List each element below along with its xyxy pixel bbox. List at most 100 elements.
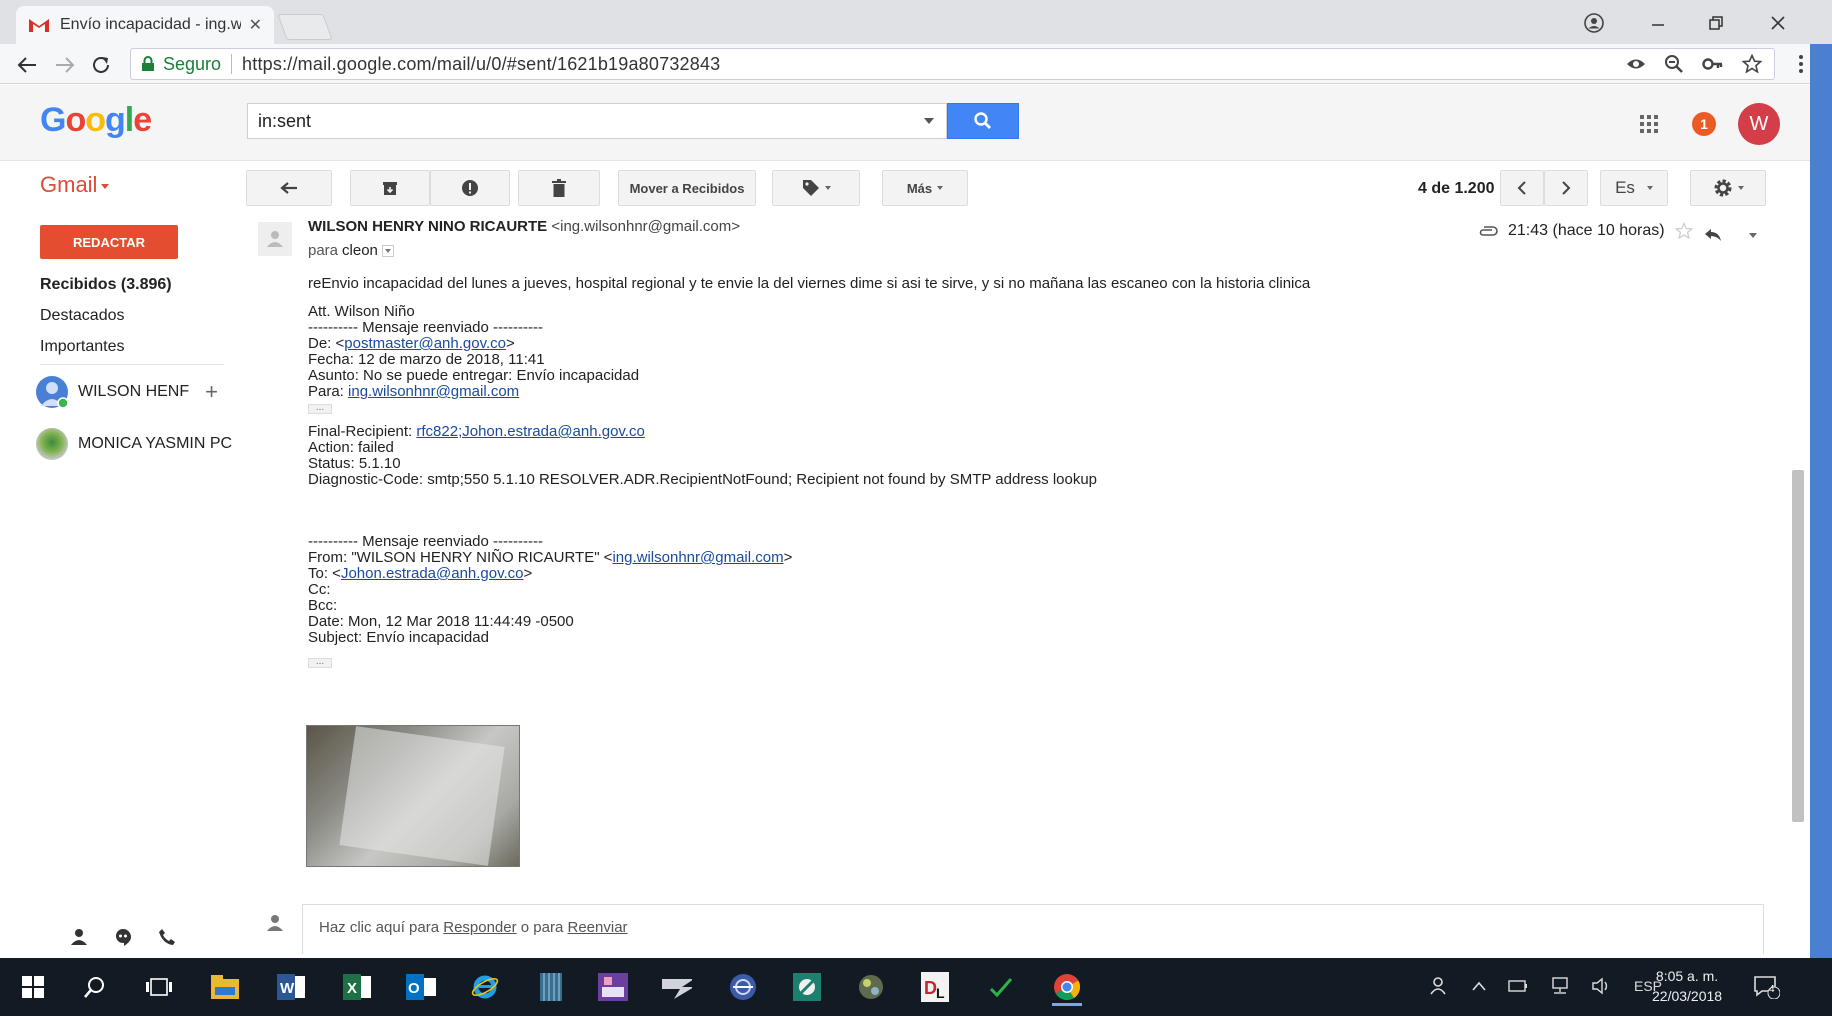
app-icon[interactable]: DL	[920, 972, 950, 1002]
file-explorer-icon[interactable]	[210, 972, 240, 1002]
older-button[interactable]	[1544, 170, 1588, 206]
search-options-icon[interactable]	[924, 118, 934, 124]
new-tab-button[interactable]	[277, 14, 333, 40]
add-contact-icon[interactable]: +	[205, 379, 218, 405]
compose-button[interactable]: REDACTAR	[40, 225, 178, 259]
message-signature: Att. Wilson Niño	[308, 303, 415, 320]
sender-name: WILSON HENRY NINO RICAURTE	[308, 218, 548, 235]
reload-icon[interactable]	[88, 52, 114, 78]
sidebar-item-starred[interactable]: Destacados	[40, 307, 125, 325]
chat-contact-monica[interactable]: MONICA YASMIN PC	[36, 428, 232, 460]
app-icon[interactable]	[728, 972, 758, 1002]
person-icon[interactable]	[70, 928, 88, 946]
app-icon[interactable]	[662, 972, 692, 1002]
word-icon[interactable]: W	[276, 972, 306, 1002]
battery-icon[interactable]	[1508, 979, 1528, 993]
settings-button[interactable]	[1690, 170, 1766, 206]
email-link[interactable]: rfc822;Johon.estrada@anh.gov.co	[416, 423, 644, 440]
zoom-out-icon[interactable]	[1664, 54, 1684, 74]
action-center-icon[interactable]: 4	[1752, 972, 1782, 1002]
contact-avatar	[36, 428, 68, 460]
phone-icon[interactable]	[158, 928, 176, 946]
reply-link[interactable]: Responder	[443, 919, 516, 936]
chrome-menu-icon[interactable]	[1798, 54, 1804, 74]
delivery-status: Status: 5.1.10	[308, 455, 401, 472]
close-window-icon[interactable]	[1758, 8, 1798, 38]
search-value: in:sent	[258, 110, 312, 131]
chevron-up-icon[interactable]	[1472, 981, 1486, 991]
search-input[interactable]: in:sent	[247, 103, 947, 139]
sidebar-item-important[interactable]: Importantes	[40, 338, 124, 356]
sidebar-item-inbox[interactable]: Recibidos (3.896)	[40, 276, 172, 294]
archive-button[interactable]	[350, 170, 430, 206]
delivery-action: Action: failed	[308, 439, 394, 456]
show-trimmed-button[interactable]: ...	[308, 403, 332, 414]
volume-icon[interactable]	[1592, 977, 1612, 995]
search-icon[interactable]	[80, 972, 110, 1002]
people-icon[interactable]	[1430, 976, 1450, 996]
notifications-badge[interactable]: 1	[1692, 112, 1716, 136]
tab-close-icon[interactable]: ✕	[249, 15, 262, 35]
report-spam-button[interactable]	[430, 170, 510, 206]
address-bar[interactable]: Seguro https://mail.google.com/mail/u/0/…	[130, 48, 1775, 80]
show-trimmed-button[interactable]: ...	[308, 657, 332, 668]
gmail-menu[interactable]: Gmail	[40, 172, 110, 198]
app-icon[interactable]	[536, 972, 566, 1002]
quick-reply-box[interactable]: Haz clic aquí para Responder o para Reen…	[302, 904, 1764, 954]
newer-button[interactable]	[1500, 170, 1544, 206]
account-avatar[interactable]: W	[1738, 103, 1780, 145]
windows-start-icon[interactable]	[18, 972, 48, 1002]
restore-icon[interactable]	[1696, 8, 1736, 38]
gmail-header: Google in:sent 1 W	[0, 85, 1832, 161]
checkmark-icon[interactable]	[986, 972, 1016, 1002]
forward-header: ---------- Mensaje reenviado ----------	[308, 319, 543, 336]
reply-button[interactable]	[1690, 220, 1770, 250]
outlook-icon[interactable]: O	[406, 972, 436, 1002]
minimize-icon[interactable]	[1638, 8, 1678, 38]
app-icon[interactable]	[792, 972, 822, 1002]
delete-button[interactable]	[518, 170, 600, 206]
tab-title: Envío incapacidad - ing.w	[60, 16, 241, 33]
chevron-down-icon[interactable]	[1748, 232, 1757, 238]
message-intro: reEnvio incapacidad del lunes a jueves, …	[308, 275, 1311, 292]
task-view-icon[interactable]	[144, 972, 174, 1002]
scrollbar[interactable]	[1792, 470, 1804, 822]
forward-date: Date: Mon, 12 Mar 2018 11:44:49 -0500	[308, 613, 574, 630]
show-details-icon[interactable]	[381, 244, 394, 257]
bookmark-star-icon[interactable]	[1742, 54, 1762, 74]
eye-icon[interactable]	[1626, 54, 1646, 74]
contact-avatar	[36, 376, 68, 408]
input-tools-button[interactable]: Es	[1600, 170, 1668, 206]
forward-subject: Subject: Envío incapacidad	[308, 629, 489, 646]
back-to-list-button[interactable]	[246, 170, 332, 206]
system-clock[interactable]: 8:05 a. m. 22/03/2018	[1652, 966, 1722, 1006]
chrome-icon[interactable]	[1052, 970, 1082, 1006]
key-icon[interactable]	[1702, 54, 1724, 74]
google-logo[interactable]: Google	[40, 101, 152, 140]
excel-icon[interactable]: X	[342, 972, 372, 1002]
move-to-inbox-button[interactable]: Mover a Recibidos	[618, 170, 756, 206]
hangouts-icon[interactable]	[114, 928, 132, 946]
more-button[interactable]: Más	[882, 170, 968, 206]
forward-icon[interactable]	[52, 52, 78, 78]
image-attachment[interactable]	[306, 725, 520, 867]
forward-link[interactable]: Reenviar	[568, 919, 628, 936]
back-icon[interactable]	[14, 52, 40, 78]
network-icon[interactable]	[1550, 977, 1570, 995]
windows-taskbar: W X O DL ESP 8:05 a. m. 22/03/2018 4	[0, 958, 1832, 1016]
chat-contact-wilson[interactable]: WILSON HENF +	[36, 376, 218, 408]
email-link[interactable]: Johon.estrada@anh.gov.co	[341, 565, 524, 582]
email-link[interactable]: ing.wilsonhnr@gmail.com	[612, 549, 783, 566]
browser-tab[interactable]: Envío incapacidad - ing.w ✕	[16, 6, 274, 44]
email-link[interactable]: postmaster@anh.gov.co	[344, 335, 506, 352]
profile-icon[interactable]	[1574, 8, 1614, 38]
reply-icon	[1704, 229, 1721, 241]
internet-explorer-icon[interactable]	[470, 972, 500, 1002]
search-button[interactable]	[947, 103, 1019, 139]
contact-name: MONICA YASMIN PC	[78, 435, 233, 452]
labels-button[interactable]	[772, 170, 860, 206]
email-link[interactable]: ing.wilsonhnr@gmail.com	[348, 383, 519, 400]
apps-grid-icon[interactable]	[1640, 115, 1658, 133]
app-icon[interactable]	[598, 972, 628, 1002]
app-icon[interactable]	[856, 972, 886, 1002]
